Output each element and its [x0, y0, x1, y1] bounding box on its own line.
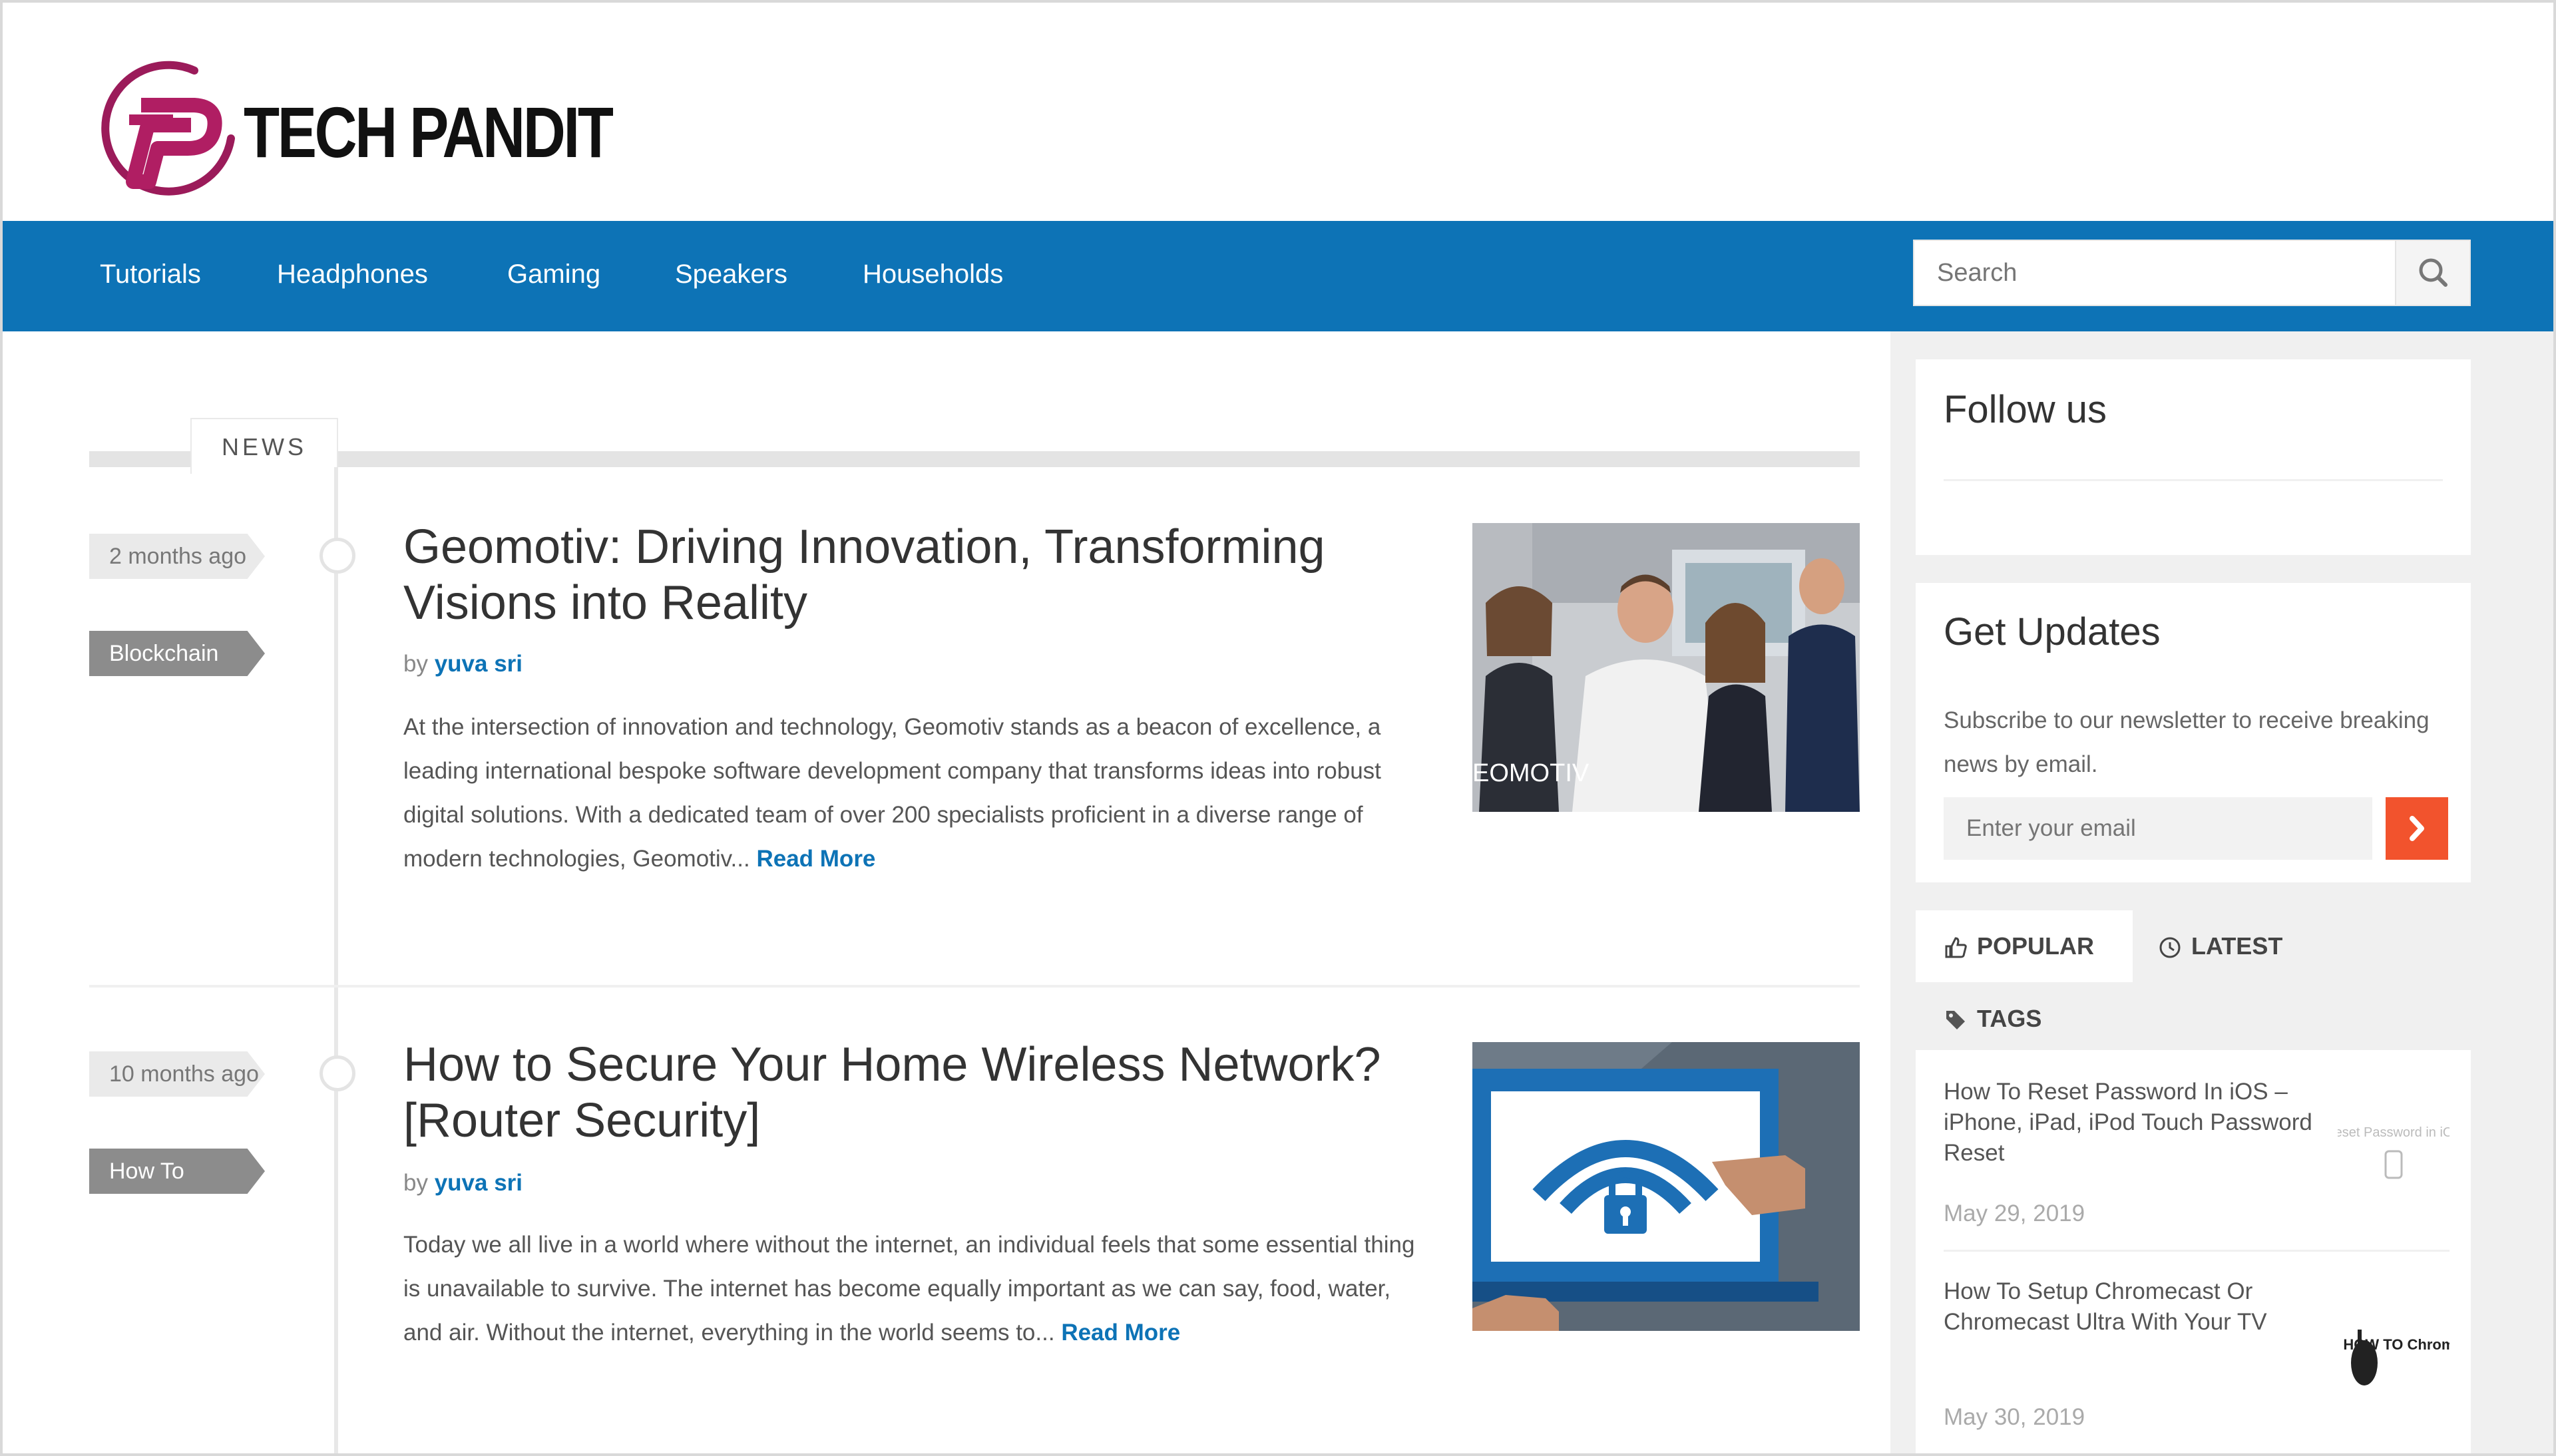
team-photo-image: EOMOTIV [1472, 523, 1860, 812]
post-byline: by yuva sri [403, 1170, 523, 1196]
tab-tags-label: TAGS [1977, 1005, 2042, 1032]
timeline-line [334, 467, 338, 1453]
nav-item-households[interactable]: Households [863, 260, 1003, 289]
timeline-dot [320, 1055, 355, 1091]
list-item-title[interactable]: How To Setup Chromecast Or Chromecast Ul… [1944, 1276, 2316, 1338]
list-item-title[interactable]: How To Reset Password In iOS – iPhone, i… [1944, 1077, 2316, 1169]
browser-frame: TECH PANDIT Tutorials Headphones Gaming … [0, 0, 2556, 1456]
search-icon [2419, 258, 2448, 287]
svg-text:HOW TO Chromecast: HOW TO Chromecast [2343, 1336, 2450, 1353]
post-excerpt-text: Today we all live in a world where witho… [403, 1232, 1415, 1346]
post-excerpt: At the intersection of innovation and te… [403, 705, 1415, 881]
sidebar: Follow us Get Updates Subscribe to our n… [1890, 331, 2553, 1453]
post-excerpt: Today we all live in a world where witho… [403, 1223, 1415, 1355]
search-input[interactable] [1914, 241, 2395, 305]
byline-prefix: by [403, 651, 428, 677]
chevron-right-icon [2410, 816, 2424, 841]
section-label: NEWS [190, 418, 338, 474]
tab-latest-label: LATEST [2191, 932, 2283, 960]
clock-icon [2159, 937, 2181, 958]
follow-title: Follow us [1944, 388, 2107, 431]
svg-text:Reset Password in iOS: Reset Password in iOS [2338, 1125, 2450, 1140]
thumbnail-caption: EOMOTIV [1472, 759, 1590, 787]
post-title[interactable]: How to Secure Your Home Wireless Network… [403, 1037, 1428, 1149]
subscribe-button[interactable] [2386, 797, 2448, 860]
tab-popular-label: POPULAR [1977, 932, 2095, 960]
nav-item-headphones[interactable]: Headphones [277, 260, 428, 289]
search-box [1913, 240, 2471, 306]
section-divider [89, 451, 1860, 467]
main-content: NEWS 2 months ago Blockchain Geomotiv: D… [3, 331, 1890, 1453]
list-item-date: May 29, 2019 [1944, 1200, 2085, 1226]
post-date-tag: 10 months ago [89, 1051, 265, 1097]
email-field[interactable] [1944, 797, 2372, 860]
updates-title: Get Updates [1944, 610, 2161, 653]
brand-name[interactable]: TECH PANDIT [244, 91, 614, 174]
list-item[interactable]: How To Setup Chromecast Or Chromecast Ul… [1944, 1276, 2450, 1449]
tab-popular[interactable]: POPULAR [1916, 910, 2133, 982]
timeline-dot [320, 538, 355, 574]
tech-pandit-logo-icon[interactable] [95, 59, 241, 198]
tab-tags[interactable]: TAGS [1916, 996, 2041, 1042]
nav-item-tutorials[interactable]: Tutorials [100, 260, 201, 289]
post-excerpt-text: At the intersection of innovation and te… [403, 714, 1381, 872]
list-item-date: May 30, 2019 [1944, 1404, 2085, 1430]
list-item-thumbnail[interactable]: Reset Password in iOS [2338, 1103, 2450, 1203]
list-divider [1944, 1250, 2450, 1252]
post-author-link[interactable]: yuva sri [435, 651, 523, 677]
nav-item-gaming[interactable]: Gaming [507, 260, 600, 289]
tag-icon [1946, 1011, 1965, 1030]
post-date-tag: 2 months ago [89, 534, 265, 579]
list-item-thumbnail[interactable]: HOW TO Chromecast [2338, 1303, 2450, 1403]
popular-posts-list: How To Reset Password In iOS – iPhone, i… [1916, 1050, 2471, 1453]
post-category-tag[interactable]: How To [89, 1149, 265, 1194]
updates-widget: Get Updates Subscribe to our newsletter … [1916, 583, 2471, 882]
post-author-link[interactable]: yuva sri [435, 1170, 523, 1196]
read-more-link[interactable]: Read More [1061, 1320, 1180, 1346]
post-thumbnail[interactable]: EOMOTIV [1472, 523, 1860, 812]
byline-prefix: by [403, 1170, 428, 1196]
list-item[interactable]: How To Reset Password In iOS – iPhone, i… [1944, 1077, 2450, 1250]
post-separator [89, 985, 1860, 988]
tab-latest[interactable]: LATEST [2158, 910, 2344, 982]
search-button[interactable] [2395, 241, 2469, 305]
email-field-box [1944, 797, 2372, 860]
main-nav: Tutorials Headphones Gaming Speakers Hou… [3, 221, 2553, 331]
post-title[interactable]: Geomotiv: Driving Innovation, Transformi… [403, 519, 1428, 631]
nav-item-speakers[interactable]: Speakers [675, 260, 787, 289]
sidebar-tabs: POPULAR LATEST [1916, 910, 2471, 982]
router-security-image [1472, 1042, 1860, 1331]
updates-description: Subscribe to our newsletter to receive b… [1944, 707, 2430, 777]
follow-widget: Follow us [1916, 359, 2471, 555]
read-more-link[interactable]: Read More [756, 846, 875, 872]
post-byline: by yuva sri [403, 651, 523, 677]
follow-divider [1944, 479, 2443, 481]
site-header: TECH PANDIT [3, 3, 2553, 221]
post-thumbnail[interactable] [1472, 1042, 1860, 1331]
thumbs-up-icon [1945, 937, 1967, 958]
post-category-tag[interactable]: Blockchain [89, 631, 265, 676]
